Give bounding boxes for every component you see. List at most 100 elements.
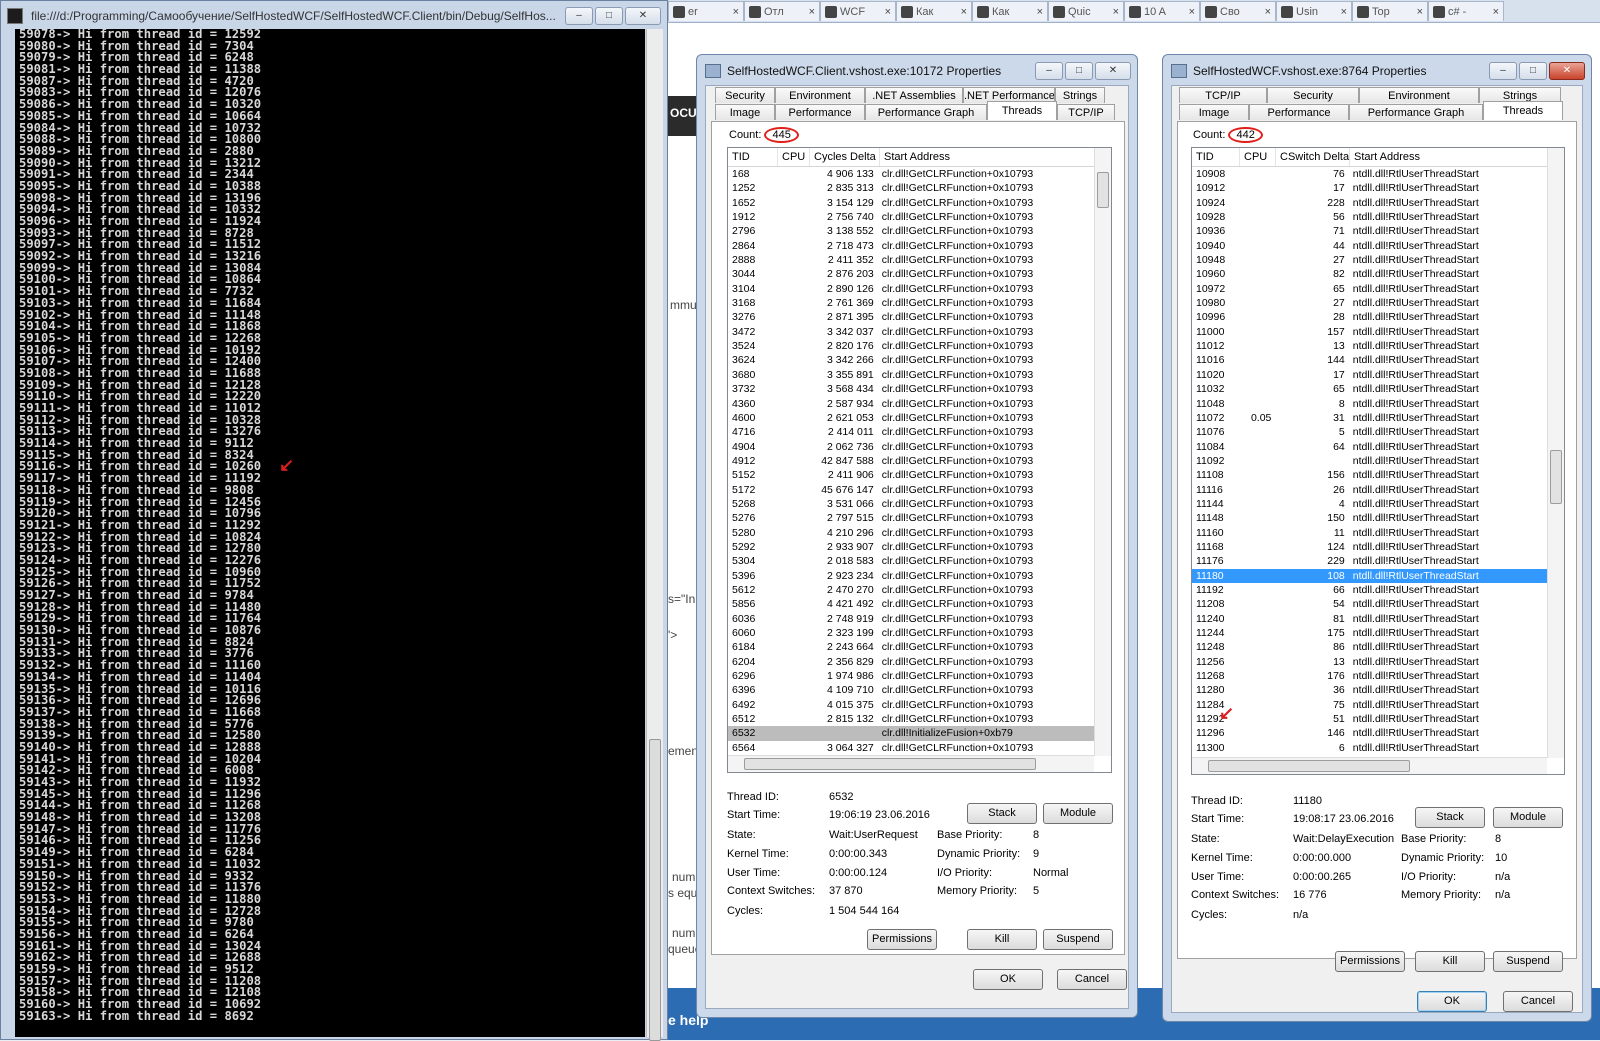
table-row[interactable]: 10996 28 ntdll.dll!RtlUserThreadStart: [1192, 310, 1547, 324]
table-row[interactable]: 11192 66 ntdll.dll!RtlUserThreadStart: [1192, 583, 1547, 597]
ok-button[interactable]: OK: [973, 969, 1043, 990]
table-row[interactable]: 2864 2 718 473 clr.dll!GetCLRFunction+0x10…: [728, 239, 1094, 253]
table-row[interactable]: 10924 228 ntdll.dll!RtlUserThreadStart: [1192, 196, 1547, 210]
stack-button[interactable]: Stack: [1415, 807, 1485, 828]
tab-threads[interactable]: Threads: [987, 101, 1057, 120]
cancel-button[interactable]: Cancel: [1503, 991, 1573, 1012]
table-row[interactable]: 5304 2 018 583 clr.dll!GetCLRFunction+0x10…: [728, 554, 1094, 568]
table-row[interactable]: 11168 124 ntdll.dll!RtlUserThreadStart: [1192, 540, 1547, 554]
close-icon[interactable]: ×: [1113, 6, 1119, 18]
table-row[interactable]: 10908 76 ntdll.dll!RtlUserThreadStart: [1192, 167, 1547, 181]
table-row[interactable]: 11116 26 ntdll.dll!RtlUserThreadStart: [1192, 483, 1547, 497]
table-row[interactable]: 6492 4 015 375 clr.dll!GetCLRFunction+0x10…: [728, 698, 1094, 712]
table-row[interactable]: 5292 2 933 907 clr.dll!GetCLRFunction+0x10…: [728, 540, 1094, 554]
table-row[interactable]: 4912 42 847 588 clr.dll!GetCLRFunction+0x1…: [728, 454, 1094, 468]
table-row[interactable]: 11012 13 ntdll.dll!RtlUserThreadStart: [1192, 339, 1547, 353]
suspend-button[interactable]: Suspend: [1493, 951, 1563, 972]
table-row[interactable]: 10912 17 ntdll.dll!RtlUserThreadStart: [1192, 181, 1547, 195]
table-row[interactable]: 11000 157 ntdll.dll!RtlUserThreadStart: [1192, 325, 1547, 339]
tab-tcp-ip[interactable]: TCP/IP: [1179, 87, 1267, 103]
close-icon[interactable]: ×: [1037, 6, 1043, 18]
table-row[interactable]: 6396 4 109 710 clr.dll!GetCLRFunction+0x10…: [728, 683, 1094, 697]
table-row[interactable]: 5276 2 797 515 clr.dll!GetCLRFunction+0x10…: [728, 511, 1094, 525]
console-scroll-thumb[interactable]: [649, 739, 661, 1041]
table-row[interactable]: 11300 6 ntdll.dll!RtlUserThreadStart: [1192, 741, 1547, 755]
tab-image[interactable]: Image: [1179, 104, 1249, 120]
table-row[interactable]: 11248 86 ntdll.dll!RtlUserThreadStart: [1192, 640, 1547, 654]
table-row[interactable]: 6532 clr.dll!InitializeFusion+0xb79: [728, 726, 1094, 741]
table-row[interactable]: 11208 54 ntdll.dll!RtlUserThreadStart: [1192, 597, 1547, 611]
tab-performance[interactable]: Performance: [1249, 104, 1349, 120]
threads-list[interactable]: TID CPU Cycles Delta Start Address 168 4 906…: [727, 147, 1112, 773]
table-row[interactable]: 3680 3 355 891 clr.dll!GetCLRFunction+0x10…: [728, 368, 1094, 382]
table-row[interactable]: 1252 2 835 313 clr.dll!GetCLRFunction+0x10…: [728, 181, 1094, 195]
table-row[interactable]: 2796 3 138 552 clr.dll!GetCLRFunction+0x10…: [728, 224, 1094, 238]
table-row[interactable]: 11296 146 ntdll.dll!RtlUserThreadStart: [1192, 726, 1547, 740]
dialog-titlebar[interactable]: SelfHostedWCF.Client.vshost.exe:10172 Pr…: [705, 61, 1131, 81]
table-row[interactable]: 11032 65 ntdll.dll!RtlUserThreadStart: [1192, 382, 1547, 396]
table-row[interactable]: 1652 3 154 129 clr.dll!GetCLRFunction+0x10…: [728, 196, 1094, 210]
table-row[interactable]: 6204 2 356 829 clr.dll!GetCLRFunction+0x10…: [728, 655, 1094, 669]
table-row[interactable]: 11108 156 ntdll.dll!RtlUserThreadStart: [1192, 468, 1547, 482]
browser-tab[interactable]: Top ×: [1352, 1, 1428, 21]
table-row[interactable]: 5268 3 531 066 clr.dll!GetCLRFunction+0x10…: [728, 497, 1094, 511]
dialog-titlebar[interactable]: SelfHostedWCF.vshost.exe:8764 Properties…: [1171, 61, 1585, 81]
horizontal-scrollbar[interactable]: [728, 755, 1094, 772]
browser-tab[interactable]: 10 A ×: [1124, 1, 1200, 21]
browser-tab[interactable]: Как ×: [972, 1, 1048, 21]
close-button[interactable]: ✕: [1095, 62, 1131, 80]
close-button[interactable]: ✕: [625, 7, 661, 25]
table-row[interactable]: 6564 3 064 327 clr.dll!GetCLRFunction+0x10…: [728, 741, 1094, 755]
tab-environment[interactable]: Environment: [1359, 87, 1479, 103]
browser-tab[interactable]: WCF ×: [820, 1, 896, 21]
suspend-button[interactable]: Suspend: [1043, 929, 1113, 950]
table-row[interactable]: 11160 11 ntdll.dll!RtlUserThreadStart: [1192, 526, 1547, 540]
maximize-button[interactable]: □: [1065, 62, 1093, 80]
tab-performance[interactable]: Performance: [775, 104, 865, 120]
table-row[interactable]: 4600 2 621 053 clr.dll!GetCLRFunction+0x10…: [728, 411, 1094, 425]
close-icon[interactable]: ×: [733, 6, 739, 18]
table-row[interactable]: 11180 108 ntdll.dll!RtlUserThreadStart: [1192, 568, 1547, 583]
browser-tab[interactable]: Сво ×: [1200, 1, 1276, 21]
column-header[interactable]: TID: [728, 148, 778, 166]
scroll-thumb[interactable]: [1550, 450, 1562, 504]
table-row[interactable]: 3276 2 871 395 clr.dll!GetCLRFunction+0x10…: [728, 310, 1094, 324]
tab-strings[interactable]: Strings: [1055, 87, 1105, 103]
ok-button[interactable]: OK: [1417, 991, 1487, 1012]
table-row[interactable]: 3472 3 342 037 clr.dll!GetCLRFunction+0x10…: [728, 325, 1094, 339]
console-scrollbar[interactable]: [646, 29, 663, 1041]
table-row[interactable]: 11284 75 ntdll.dll!RtlUserThreadStart: [1192, 698, 1547, 712]
table-row[interactable]: 10980 27 ntdll.dll!RtlUserThreadStart: [1192, 296, 1547, 310]
table-row[interactable]: 168 4 906 133 clr.dll!GetCLRFunction+0x107…: [728, 167, 1094, 181]
browser-tab[interactable]: Quic ×: [1048, 1, 1124, 21]
table-row[interactable]: 11244 175 ntdll.dll!RtlUserThreadStart: [1192, 626, 1547, 640]
tab-threads[interactable]: Threads: [1483, 101, 1563, 120]
table-row[interactable]: 11072 0.05 31 ntdll.dll!RtlUserThreadStart: [1192, 411, 1547, 425]
horizontal-scrollbar[interactable]: [1192, 757, 1547, 774]
column-header[interactable]: CSwitch Delta: [1276, 148, 1350, 166]
minimize-button[interactable]: ‒: [565, 7, 593, 25]
console-titlebar[interactable]: file:///d:/Programming/Самообучение/Self…: [7, 3, 661, 29]
close-icon[interactable]: ×: [1493, 6, 1499, 18]
maximize-button[interactable]: □: [595, 7, 623, 25]
tab-environment[interactable]: Environment: [775, 87, 865, 103]
table-row[interactable]: 4360 2 587 934 clr.dll!GetCLRFunction+0x10…: [728, 397, 1094, 411]
permissions-button[interactable]: Permissions: [867, 929, 937, 950]
close-icon[interactable]: ×: [1265, 6, 1271, 18]
table-row[interactable]: 11084 64 ntdll.dll!RtlUserThreadStart: [1192, 440, 1547, 454]
browser-tab[interactable]: Как ×: [896, 1, 972, 21]
table-row[interactable]: 10936 71 ntdll.dll!RtlUserThreadStart: [1192, 224, 1547, 238]
console-output[interactable]: 59078-> Hi from thread id = 12592 59080->…: [15, 29, 645, 1037]
table-row[interactable]: 11292 51 ntdll.dll!RtlUserThreadStart: [1192, 712, 1547, 726]
table-row[interactable]: 11092 ntdll.dll!RtlUserThreadStart: [1192, 454, 1547, 468]
table-row[interactable]: 11176 229 ntdll.dll!RtlUserThreadStart: [1192, 554, 1547, 568]
tab-security[interactable]: Security: [1267, 87, 1359, 103]
table-row[interactable]: 4904 2 062 736 clr.dll!GetCLRFunction+0x10…: [728, 440, 1094, 454]
table-row[interactable]: 11144 4 ntdll.dll!RtlUserThreadStart: [1192, 497, 1547, 511]
tab-tcp-ip[interactable]: TCP/IP: [1057, 104, 1115, 120]
vertical-scrollbar[interactable]: [1094, 148, 1111, 756]
close-icon[interactable]: ×: [809, 6, 815, 18]
table-row[interactable]: 11020 17 ntdll.dll!RtlUserThreadStart: [1192, 368, 1547, 382]
table-row[interactable]: 5612 2 470 270 clr.dll!GetCLRFunction+0x10…: [728, 583, 1094, 597]
table-row[interactable]: 3044 2 876 203 clr.dll!GetCLRFunction+0x10…: [728, 267, 1094, 281]
